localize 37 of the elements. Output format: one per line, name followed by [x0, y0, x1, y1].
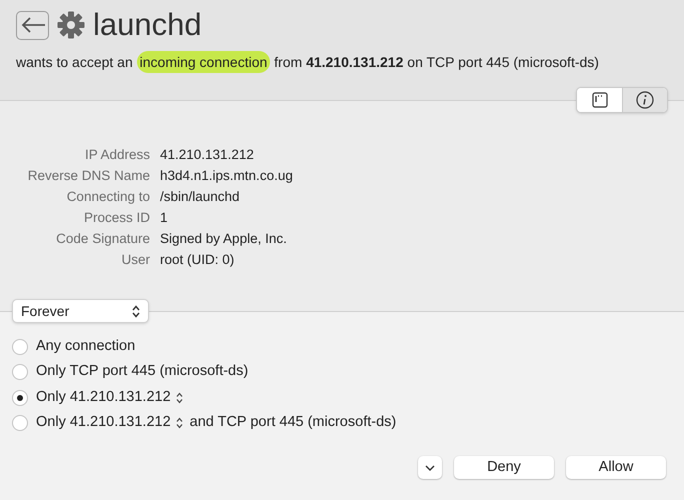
detail-value: h3d4.n1.ips.mtn.co.ug — [160, 167, 294, 185]
expand-button[interactable] — [418, 456, 442, 479]
detail-label: Connecting to — [66, 188, 150, 206]
info-tab[interactable] — [622, 88, 667, 112]
option-label: Only TCP port 445 (microsoft-ds) — [36, 362, 248, 382]
address-popup[interactable]: Only 41.210.131.212 — [36, 386, 183, 409]
detail-value: 1 — [160, 209, 169, 227]
back-button[interactable] — [16, 10, 49, 40]
chevron-down-icon — [425, 464, 435, 470]
detail-label: Process ID — [82, 209, 150, 227]
window-list-icon — [592, 92, 608, 108]
detail-value: Signed by Apple, Inc. — [160, 230, 288, 248]
stepper-icon — [176, 392, 183, 404]
radio-button[interactable] — [12, 390, 28, 406]
detail-value: root (UID: 0) — [160, 251, 236, 269]
app-title: launchd — [93, 6, 202, 44]
detail-label: IP Address — [84, 146, 150, 164]
radio-button[interactable] — [12, 364, 28, 380]
detail-value: 41.210.131.212 — [160, 146, 255, 164]
stepper-icon — [132, 304, 140, 318]
address-popup[interactable]: Only 41.210.131.212 — [36, 412, 183, 434]
detail-label: Reverse DNS Name — [26, 167, 150, 185]
dialog-button[interactable]: Deny — [454, 456, 554, 479]
detail-label: User — [120, 251, 150, 269]
radio-button[interactable] — [12, 338, 28, 355]
detail-value: /sbin/launchd — [160, 188, 241, 206]
option-label: and TCP port 445 (microsoft-ds) — [190, 413, 396, 432]
stepper-icon — [176, 417, 183, 430]
connection-message: wants to accept an incoming connection from 41.210.131.212 on TCP port 445 (microsoft-ds) — [0, 51, 684, 73]
option-label: Any connection — [36, 336, 136, 356]
info-icon — [636, 91, 654, 109]
radio-button[interactable] — [12, 415, 28, 432]
list-view-tab[interactable] — [577, 88, 622, 112]
dialog-button[interactable]: Allow — [566, 456, 666, 479]
duration-popup[interactable]: Forever — [12, 299, 149, 323]
back-arrow-icon — [20, 17, 44, 33]
detail-label: Code Signature — [55, 230, 150, 248]
